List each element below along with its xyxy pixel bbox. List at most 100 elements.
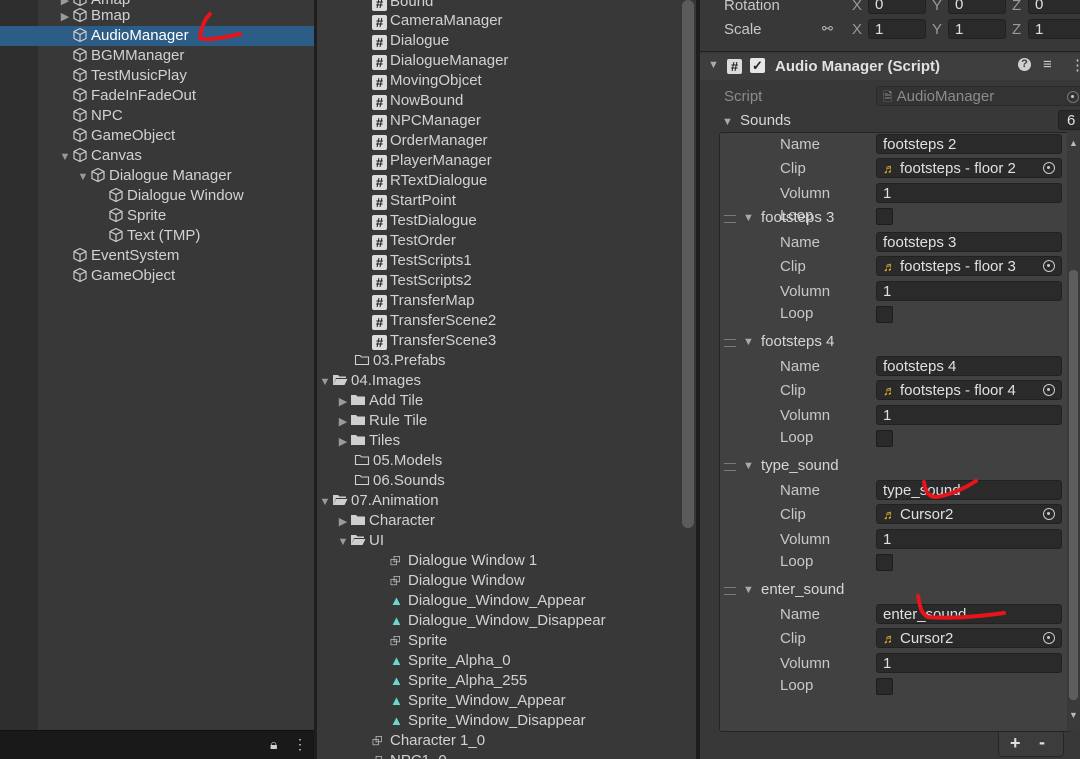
project-item[interactable]: ▶ Tiles: [336, 431, 400, 451]
project-item[interactable]: # Dialogue: [372, 31, 449, 51]
clip-field[interactable]: ♬ footsteps - floor 4: [876, 380, 1062, 400]
project-item[interactable]: ▼ 04.Images: [318, 371, 422, 391]
project-item[interactable]: # TestDialogue: [372, 211, 477, 231]
drag-handle-icon[interactable]: [724, 339, 736, 347]
project-item[interactable]: ⮺ Character 1_0: [372, 731, 485, 751]
project-item[interactable]: # TransferScene3: [372, 331, 496, 351]
drag-handle-icon[interactable]: [724, 587, 736, 595]
scale-z-field[interactable]: 1: [1028, 19, 1080, 39]
project-item[interactable]: # PlayerManager: [372, 151, 492, 171]
object-picker-icon[interactable]: [1043, 508, 1055, 520]
help-icon[interactable]: ?: [1018, 58, 1031, 71]
foldout-arrow-icon[interactable]: ▶: [336, 412, 350, 432]
hierarchy-item[interactable]: ▶ Bmap: [58, 6, 130, 26]
loop-checkbox[interactable]: [876, 678, 893, 695]
rotation-y-field[interactable]: 0: [948, 0, 1006, 14]
hierarchy-item[interactable]: GameObject: [58, 266, 175, 286]
preset-icon[interactable]: ≡: [1043, 56, 1052, 73]
project-scrollbar[interactable]: [682, 0, 694, 528]
project-item[interactable]: 05.Models: [354, 451, 442, 471]
name-field[interactable]: enter_sound: [876, 604, 1062, 624]
loop-checkbox[interactable]: [876, 306, 893, 323]
project-item[interactable]: ▶ Character: [336, 511, 435, 531]
foldout-arrow-icon[interactable]: ▶: [58, 7, 72, 27]
project-item[interactable]: # TestScripts1: [372, 251, 472, 271]
hierarchy-item[interactable]: FadeInFadeOut: [58, 86, 196, 106]
hierarchy-item[interactable]: GameObject: [58, 126, 175, 146]
project-item[interactable]: ⮺ Dialogue Window: [390, 571, 525, 591]
lock-icon[interactable]: 🔒︎: [270, 736, 277, 753]
project-item[interactable]: ▲ Sprite_Window_Appear: [390, 691, 566, 711]
element-foldout-icon[interactable]: ▼: [743, 460, 754, 472]
volumn-field[interactable]: 1: [876, 653, 1062, 673]
foldout-arrow-icon[interactable]: ▶: [336, 512, 350, 532]
foldout-arrow-icon[interactable]: ▼: [76, 167, 90, 187]
remove-element-button[interactable]: -: [1039, 732, 1045, 753]
project-item[interactable]: # NowBound: [372, 91, 463, 111]
project-item[interactable]: # StartPoint: [372, 191, 456, 211]
project-item[interactable]: # TransferMap: [372, 291, 474, 311]
project-item[interactable]: ▲ Sprite_Alpha_0: [390, 651, 511, 671]
loop-checkbox[interactable]: [876, 554, 893, 571]
project-item[interactable]: 06.Sounds: [354, 471, 445, 491]
project-item[interactable]: ▲ Sprite_Alpha_255: [390, 671, 527, 691]
sounds-size-field[interactable]: 6: [1058, 110, 1080, 130]
hierarchy-item[interactable]: NPC: [58, 106, 123, 126]
object-picker-icon[interactable]: [1043, 162, 1055, 174]
project-item[interactable]: # RTextDialogue: [372, 171, 487, 191]
hierarchy-item[interactable]: Sprite: [94, 206, 166, 226]
volumn-field[interactable]: 1: [876, 529, 1062, 549]
object-picker-icon[interactable]: [1043, 632, 1055, 644]
project-item[interactable]: ▲ Sprite_Window_Disappear: [390, 711, 586, 731]
loop-checkbox[interactable]: [876, 430, 893, 447]
hierarchy-item[interactable]: BGMManager: [58, 46, 184, 66]
add-element-button[interactable]: +: [1010, 733, 1021, 754]
hierarchy-item[interactable]: Dialogue Window: [94, 186, 244, 206]
name-field[interactable]: footsteps 3: [876, 232, 1062, 252]
foldout-arrow-icon[interactable]: ▼: [318, 492, 332, 512]
project-item[interactable]: ⮺ Dialogue Window 1: [390, 551, 537, 571]
project-item[interactable]: # TransferScene2: [372, 311, 496, 331]
project-item[interactable]: ▲ Dialogue_Window_Appear: [390, 591, 586, 611]
scale-y-field[interactable]: 1: [948, 19, 1006, 39]
volumn-field[interactable]: 1: [876, 183, 1062, 203]
scroll-down-icon[interactable]: ▼: [1069, 710, 1078, 720]
more-icon[interactable]: ⋮: [293, 736, 307, 753]
element-foldout-icon[interactable]: ▼: [743, 336, 754, 348]
project-item[interactable]: # DialogueManager: [372, 51, 508, 71]
project-item[interactable]: ▶ Add Tile: [336, 391, 423, 411]
project-item[interactable]: ▲ Dialogue_Window_Disappear: [390, 611, 606, 631]
rotation-x-field[interactable]: 0: [868, 0, 926, 14]
hierarchy-item[interactable]: ▼ Dialogue Manager: [76, 166, 232, 186]
project-item[interactable]: # TestScripts2: [372, 271, 472, 291]
component-header[interactable]: ▼ # ✓ Audio Manager (Script) ? ≡ ⋮: [700, 54, 1080, 80]
project-item[interactable]: # MovingObjcet: [372, 71, 482, 91]
link-icon[interactable]: ⚯: [822, 21, 833, 37]
name-field[interactable]: type_sound: [876, 480, 1062, 500]
enabled-checkbox[interactable]: ✓: [750, 58, 765, 73]
list-scrollbar-track[interactable]: ▲ ▼: [1067, 132, 1080, 730]
loop-checkbox[interactable]: [876, 208, 893, 225]
foldout-arrow-icon[interactable]: ▼: [58, 147, 72, 167]
hierarchy-item[interactable]: EventSystem: [58, 246, 179, 266]
project-item[interactable]: ▼ 07.Animation: [318, 491, 439, 511]
project-item[interactable]: ▶ Rule Tile: [336, 411, 428, 432]
project-item[interactable]: ⮺NPC1_0: [372, 751, 447, 759]
scale-x-field[interactable]: 1: [868, 19, 926, 39]
clip-field[interactable]: ♬ Cursor2: [876, 504, 1062, 524]
object-picker-icon[interactable]: [1043, 260, 1055, 272]
object-picker-icon[interactable]: [1043, 384, 1055, 396]
project-item[interactable]: 03.Prefabs: [354, 351, 446, 371]
project-item[interactable]: # NPCManager: [372, 111, 481, 131]
element-foldout-icon[interactable]: ▼: [743, 584, 754, 596]
project-item[interactable]: # CameraManager: [372, 11, 503, 31]
project-item[interactable]: ⮺ Sprite: [390, 631, 447, 651]
scroll-up-icon[interactable]: ▲: [1069, 138, 1078, 148]
name-field[interactable]: footsteps 2: [876, 134, 1062, 154]
foldout-arrow-icon[interactable]: ▼: [708, 59, 719, 71]
hierarchy-item[interactable]: Text (TMP): [94, 226, 200, 246]
name-field[interactable]: footsteps 4: [876, 356, 1062, 376]
foldout-arrow-icon[interactable]: ▶: [336, 392, 350, 412]
project-item[interactable]: ▼ UI: [336, 531, 384, 551]
project-item[interactable]: # TestOrder: [372, 231, 456, 251]
